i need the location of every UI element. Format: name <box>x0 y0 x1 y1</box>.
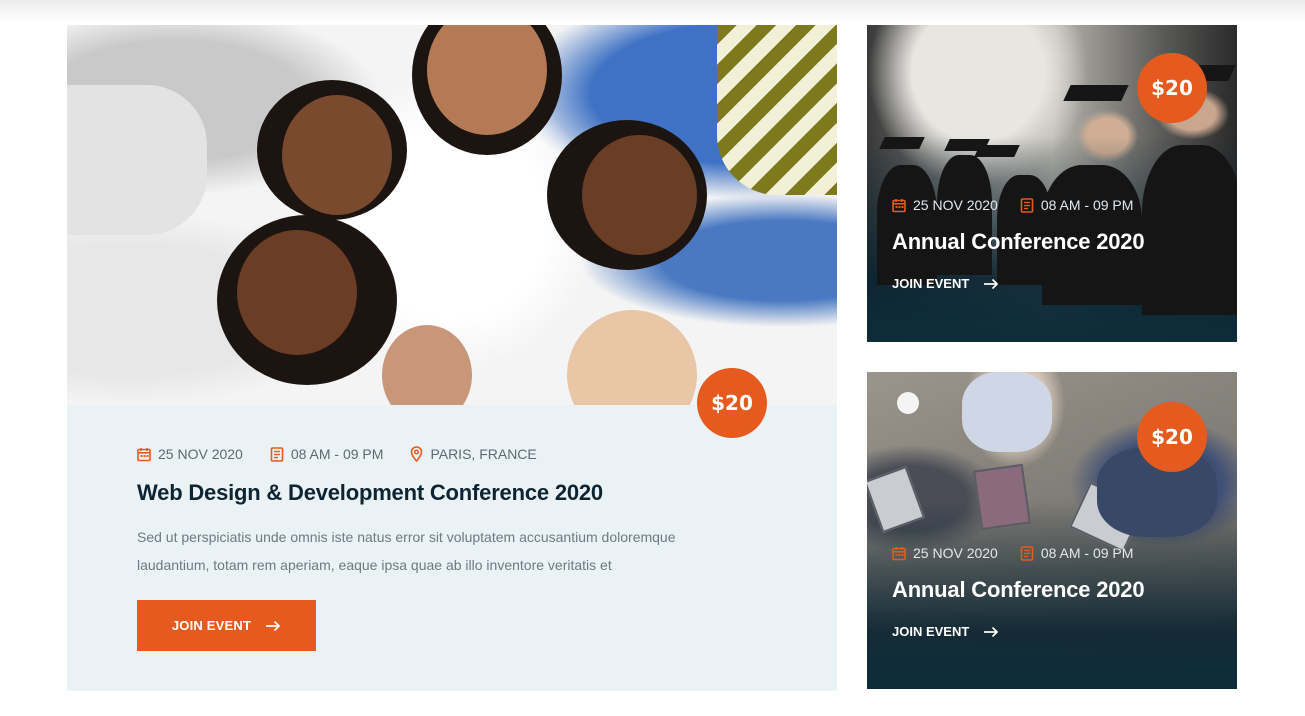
join-event-link[interactable]: JOIN EVENT <box>892 276 999 291</box>
top-shadow <box>0 0 1305 22</box>
join-event-label: JOIN EVENT <box>892 624 970 639</box>
event-time: 08 AM - 09 PM <box>1020 197 1134 213</box>
event-date-text: 25 NOV 2020 <box>158 446 243 462</box>
event-meta: 25 NOV 2020 08 AM - 09 PM <box>892 197 1155 213</box>
event-title[interactable]: Annual Conference 2020 <box>892 229 1145 255</box>
event-location-text: PARIS, FRANCE <box>430 446 537 462</box>
clock-book-icon <box>1020 197 1034 213</box>
event-title[interactable]: Annual Conference 2020 <box>892 577 1145 603</box>
arrow-right-icon <box>984 626 999 637</box>
event-card-workshop[interactable]: $20 25 NOV 2020 08 AM - 09 PM Annual Con… <box>867 372 1237 689</box>
price-badge: $20 <box>697 368 767 438</box>
map-pin-icon <box>411 446 423 462</box>
join-event-button[interactable]: Join Event <box>137 600 316 651</box>
featured-event-card[interactable]: $20 25 NOV 2020 08 AM - 09 PM PARIS, FRA… <box>67 25 837 691</box>
event-date: 25 NOV 2020 <box>892 197 998 213</box>
calendar-icon <box>137 447 151 461</box>
event-time: 08 AM - 09 PM <box>270 446 384 462</box>
event-meta: 25 NOV 2020 08 AM - 09 PM PARIS, FRANCE <box>137 446 564 462</box>
join-event-label: JOIN EVENT <box>892 276 970 291</box>
event-title[interactable]: Web Design & Development Conference 2020 <box>137 480 603 506</box>
calendar-icon <box>892 198 906 212</box>
event-location: PARIS, FRANCE <box>410 446 537 462</box>
event-time-text: 08 AM - 09 PM <box>290 446 384 462</box>
event-card-graduation[interactable]: $20 25 NOV 2020 08 AM - 09 PM Annual Con… <box>867 25 1237 342</box>
join-event-label: Join Event <box>171 618 252 633</box>
event-time: 08 AM - 09 PM <box>1020 545 1134 561</box>
event-meta: 25 NOV 2020 08 AM - 09 PM <box>892 545 1155 561</box>
arrow-right-icon <box>266 620 281 631</box>
event-date: 25 NOV 2020 <box>137 446 243 462</box>
event-date-text: 25 NOV 2020 <box>913 545 998 561</box>
clock-book-icon <box>1020 545 1034 561</box>
price-badge: $20 <box>1137 53 1207 123</box>
event-date-text: 25 NOV 2020 <box>913 197 998 213</box>
event-description: Sed ut perspiciatis unde omnis iste natu… <box>137 529 676 573</box>
featured-event-photo <box>67 25 837 405</box>
event-time-text: 08 AM - 09 PM <box>1040 197 1134 213</box>
event-date: 25 NOV 2020 <box>892 545 998 561</box>
join-event-link[interactable]: JOIN EVENT <box>892 624 999 639</box>
event-time-text: 08 AM - 09 PM <box>1040 545 1134 561</box>
arrow-right-icon <box>984 278 999 289</box>
clock-book-icon <box>270 446 284 462</box>
price-badge: $20 <box>1137 402 1207 472</box>
calendar-icon <box>892 546 906 560</box>
